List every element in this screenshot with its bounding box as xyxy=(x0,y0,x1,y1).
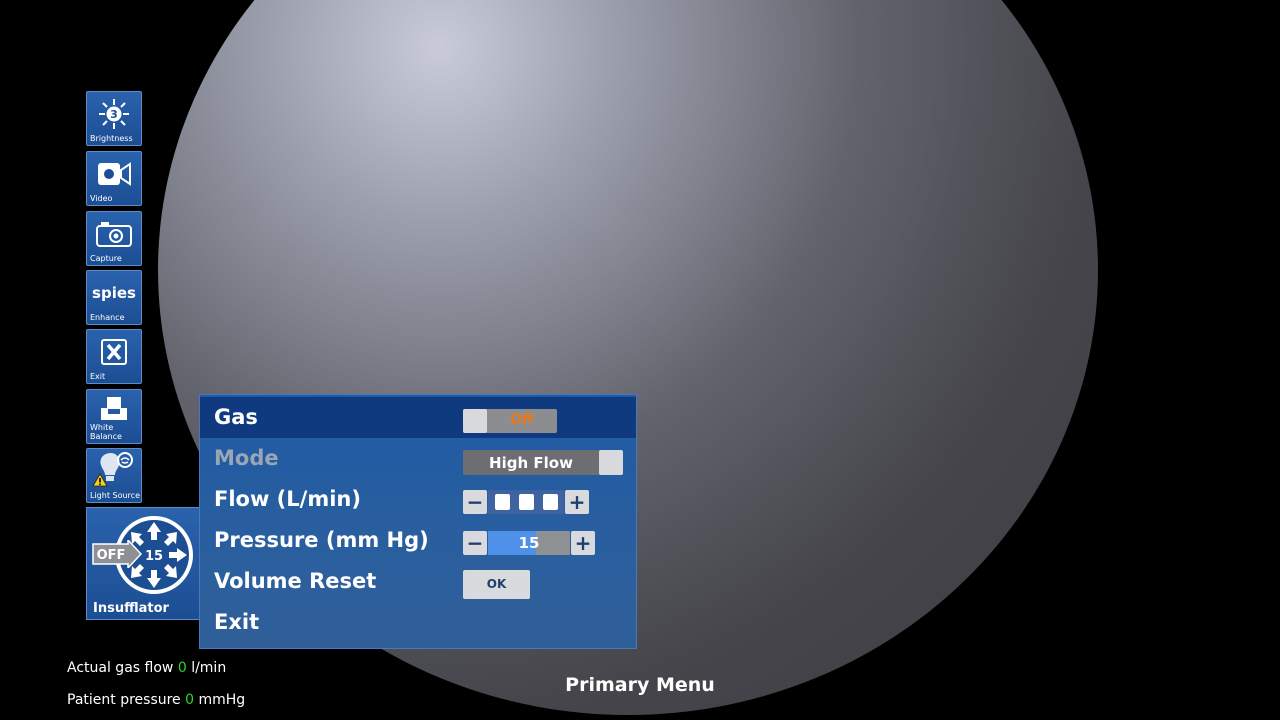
gas-toggle-value: Off xyxy=(510,412,534,428)
gas-flow-unit: l/min xyxy=(191,660,227,676)
pressure-label: Pressure (mm Hg) xyxy=(214,528,429,552)
volume-reset-label: Volume Reset xyxy=(214,569,377,593)
pressure-unit: mmHg xyxy=(198,692,246,708)
pressure-value: 15 xyxy=(518,534,540,552)
enhance-button[interactable]: spies Enhance xyxy=(86,270,142,325)
video-button[interactable]: Video xyxy=(86,151,142,206)
menu-row-volume-reset: Volume Reset OK xyxy=(200,561,636,602)
insufflator-label: Insufflator xyxy=(93,601,169,616)
exit-label: Exit xyxy=(90,372,106,381)
spies-logo-text: spies xyxy=(92,284,136,302)
mode-toggle: High Flow xyxy=(463,450,623,475)
spies-logo: spies xyxy=(87,277,141,309)
flow-level-bar xyxy=(488,490,564,514)
volume-reset-ok-button[interactable]: OK xyxy=(463,570,530,599)
insufflator-menu: Gas Off Mode High Flow Flow (L/min) − + … xyxy=(199,394,637,649)
flow-level-segment xyxy=(543,494,558,510)
pressure-prefix: Patient pressure xyxy=(67,692,181,708)
exit-menu-label: Exit xyxy=(214,610,260,634)
brightness-level: 3 xyxy=(110,108,118,121)
light-source-button[interactable]: Light Source xyxy=(86,448,142,503)
patient-pressure-status: Patient pressure 0 mmHg xyxy=(67,692,245,708)
gas-flow-value: 0 xyxy=(177,660,187,676)
gas-flow-status: Actual gas flow 0 l/min xyxy=(67,660,226,676)
brightness-label: Brightness xyxy=(90,134,133,143)
gas-label: Gas xyxy=(214,405,258,429)
menu-row-flow: Flow (L/min) − + xyxy=(200,479,636,520)
mode-toggle-value: High Flow xyxy=(489,454,573,472)
video-camera-icon xyxy=(87,158,141,190)
insufflator-state: OFF xyxy=(97,548,126,563)
video-label: Video xyxy=(90,194,113,203)
mode-label: Mode xyxy=(214,446,279,470)
pressure-plus-button[interactable]: + xyxy=(571,531,595,555)
white-balance-icon xyxy=(87,393,141,425)
enhance-label: Enhance xyxy=(90,313,125,322)
off-arrow-icon: OFF xyxy=(92,540,142,568)
menu-row-mode: Mode High Flow xyxy=(200,438,636,479)
insufflator-button[interactable]: 15 OFF Insufflator xyxy=(86,507,201,620)
insufflator-value: 15 xyxy=(145,549,163,564)
warning-icon xyxy=(92,473,108,487)
white-balance-button[interactable]: White Balance xyxy=(86,389,142,444)
gas-toggle[interactable]: Off xyxy=(463,409,557,433)
mode-toggle-knob xyxy=(599,450,623,475)
light-source-label: Light Source xyxy=(90,491,140,500)
flow-minus-button[interactable]: − xyxy=(463,490,487,514)
brightness-button[interactable]: 3 Brightness xyxy=(86,91,142,146)
flow-label: Flow (L/min) xyxy=(214,487,361,511)
menu-row-exit[interactable]: Exit xyxy=(200,602,636,643)
capture-button[interactable]: Capture xyxy=(86,211,142,266)
flow-plus-button[interactable]: + xyxy=(565,490,589,514)
camera-icon xyxy=(87,218,141,250)
pressure-bar: 15 xyxy=(488,531,570,555)
capture-label: Capture xyxy=(90,254,122,263)
brightness-icon: 3 xyxy=(87,98,141,130)
white-balance-label: White Balance xyxy=(90,423,122,441)
primary-menu-title: Primary Menu xyxy=(565,674,715,696)
pressure-minus-button[interactable]: − xyxy=(463,531,487,555)
close-x-icon xyxy=(87,336,141,368)
exit-sidebar-button[interactable]: Exit xyxy=(86,329,142,384)
menu-row-pressure: Pressure (mm Hg) − 15 + xyxy=(200,520,636,561)
pressure-status-value: 0 xyxy=(185,692,195,708)
menu-row-gas[interactable]: Gas Off xyxy=(200,397,636,438)
flow-level-segment xyxy=(519,494,534,510)
flow-level-segment xyxy=(495,494,510,510)
gas-toggle-knob xyxy=(463,409,487,433)
gas-flow-prefix: Actual gas flow xyxy=(67,660,174,676)
